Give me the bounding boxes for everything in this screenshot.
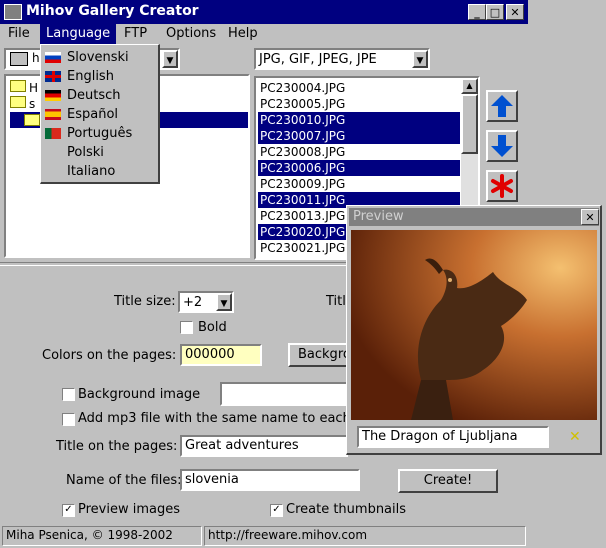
uk-flag-icon bbox=[45, 71, 61, 82]
bold-checkbox[interactable] bbox=[180, 321, 193, 334]
menu-language[interactable]: Language bbox=[40, 24, 117, 44]
language-dropdown: Slovenski English Deutsch Español Português P… bbox=[40, 44, 160, 184]
preview-caption-input[interactable]: The Dragon of Ljubljana bbox=[357, 426, 549, 448]
asterisk-icon bbox=[491, 174, 513, 198]
create-button[interactable]: Create! bbox=[398, 469, 498, 493]
menu-ftp[interactable]: FTP bbox=[118, 24, 153, 44]
language-item-label: Deutsch bbox=[67, 88, 121, 103]
scroll-up-icon[interactable]: ▲ bbox=[461, 78, 478, 94]
spain-flag-icon bbox=[45, 109, 61, 120]
language-item-english[interactable]: English bbox=[45, 67, 157, 86]
file-filter-value: JPG, GIF, JPEG, JPE bbox=[259, 52, 377, 67]
title-size-label: Title size: bbox=[114, 294, 176, 309]
preview-close-button[interactable]: ✕ bbox=[581, 209, 599, 225]
file-list-item[interactable]: PC230007.JPG bbox=[258, 128, 460, 144]
title-label: Titl bbox=[326, 294, 346, 309]
language-item-polski[interactable]: Polski bbox=[45, 143, 157, 162]
title-pages-label: Title on the pages: bbox=[56, 439, 178, 454]
menu-file[interactable]: File bbox=[2, 24, 36, 44]
language-item-label: Español bbox=[67, 107, 119, 122]
background-image-input[interactable] bbox=[220, 382, 348, 406]
close-button[interactable]: ✕ bbox=[506, 4, 524, 20]
background-image-label: Background image bbox=[78, 387, 201, 402]
background-image-checkbox[interactable] bbox=[62, 388, 75, 401]
preview-window: Preview ✕ The Dragon of Ljubljana ✕ bbox=[346, 205, 602, 455]
bold-label: Bold bbox=[198, 320, 227, 335]
preview-image bbox=[351, 230, 597, 420]
language-item-label: Português bbox=[67, 126, 133, 141]
color-input[interactable]: 000000 bbox=[180, 344, 262, 366]
file-list-item[interactable]: PC230008.JPG bbox=[258, 144, 460, 160]
chevron-down-icon[interactable]: ▼ bbox=[216, 293, 232, 311]
file-list-item[interactable]: PC230009.JPG bbox=[258, 176, 460, 192]
remove-button[interactable] bbox=[486, 170, 518, 202]
language-item-português[interactable]: Português bbox=[45, 124, 157, 143]
language-item-deutsch[interactable]: Deutsch bbox=[45, 86, 157, 105]
files-name-input[interactable]: slovenia bbox=[180, 469, 360, 491]
menu-help[interactable]: Help bbox=[222, 24, 264, 44]
files-name-label: Name of the files: bbox=[66, 473, 182, 488]
scroll-thumb[interactable] bbox=[461, 94, 478, 154]
language-item-label: Polski bbox=[67, 145, 104, 160]
file-list-item[interactable]: PC230006.JPG bbox=[258, 160, 460, 176]
colors-label: Colors on the pages: bbox=[42, 348, 177, 363]
window-title: Mihov Gallery Creator bbox=[26, 3, 199, 19]
tree-item[interactable]: H bbox=[10, 80, 38, 96]
preview-images-checkbox[interactable]: ✓ bbox=[62, 504, 75, 517]
folder-open-icon bbox=[10, 96, 26, 108]
language-item-label: Italiano bbox=[67, 164, 116, 179]
file-filter-combo[interactable]: JPG, GIF, JPEG, JPE ▼ bbox=[254, 48, 430, 70]
preview-images-label: Preview images bbox=[78, 502, 181, 517]
portugal-flag-icon bbox=[45, 128, 61, 139]
move-down-button[interactable] bbox=[486, 130, 518, 162]
status-url: http://freeware.mihov.com bbox=[204, 526, 526, 546]
clear-caption-icon[interactable]: ✕ bbox=[569, 430, 583, 444]
chevron-down-icon[interactable]: ▼ bbox=[412, 50, 428, 68]
maximize-button[interactable]: □ bbox=[486, 4, 504, 20]
language-item-label: English bbox=[67, 69, 114, 84]
language-item-slovenski[interactable]: Slovenski bbox=[45, 48, 157, 67]
germany-flag-icon bbox=[45, 90, 61, 101]
file-list-item[interactable]: PC230004.JPG bbox=[258, 80, 460, 96]
chevron-down-icon[interactable]: ▼ bbox=[162, 50, 178, 68]
arrow-down-icon bbox=[491, 135, 513, 157]
app-icon bbox=[4, 4, 22, 20]
title-size-combo[interactable]: +2 ▼ bbox=[178, 291, 234, 313]
minimize-button[interactable]: _ bbox=[468, 4, 486, 20]
blank-flag-icon bbox=[45, 166, 61, 177]
language-item-español[interactable]: Español bbox=[45, 105, 157, 124]
background-color-button[interactable]: Backgro bbox=[288, 343, 351, 367]
status-author: Miha Psenica, © 1998-2002 bbox=[2, 526, 202, 546]
file-list-item[interactable]: PC230005.JPG bbox=[258, 96, 460, 112]
menu-options[interactable]: Options bbox=[160, 24, 222, 44]
slovenia-flag-icon bbox=[45, 52, 61, 63]
language-item-italiano[interactable]: Italiano bbox=[45, 162, 157, 181]
title-pages-input[interactable]: Great adventures bbox=[180, 435, 348, 457]
drive-icon bbox=[10, 52, 28, 66]
move-up-button[interactable] bbox=[486, 90, 518, 122]
create-thumbnails-label: Create thumbnails bbox=[286, 502, 407, 517]
blank-flag-icon bbox=[45, 147, 61, 158]
dragon-photo bbox=[351, 230, 597, 420]
mp3-checkbox[interactable] bbox=[62, 413, 75, 426]
preview-title: Preview bbox=[353, 209, 404, 224]
mp3-label: Add mp3 file with the same name to each … bbox=[78, 411, 346, 426]
create-thumbnails-checkbox[interactable]: ✓ bbox=[270, 504, 283, 517]
folder-icon bbox=[10, 80, 26, 92]
tree-item[interactable]: s bbox=[10, 96, 35, 112]
file-list-item[interactable]: PC230010.JPG bbox=[258, 112, 460, 128]
language-item-label: Slovenski bbox=[67, 50, 129, 65]
arrow-up-icon bbox=[491, 95, 513, 117]
folder-open-icon bbox=[24, 114, 40, 126]
